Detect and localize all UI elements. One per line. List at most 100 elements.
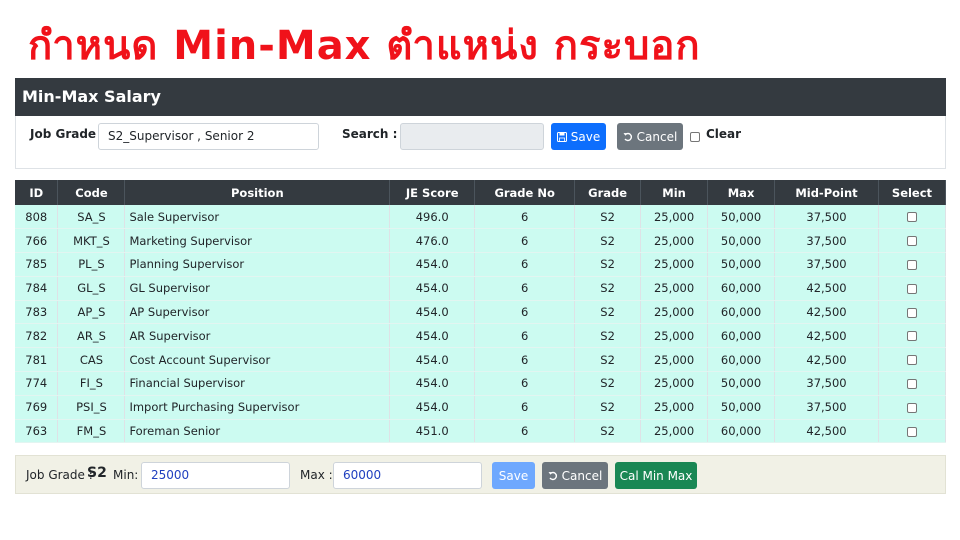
cal-min-max-label: Cal Min Max [619, 468, 693, 483]
cell-id: 808 [15, 205, 59, 230]
job-grade-label: Job Grade : [30, 127, 106, 141]
cell-position: Foreman Senior [124, 419, 391, 444]
search-label: Search : [342, 127, 398, 141]
panel-title: Min-Max Salary [15, 78, 946, 116]
cell-je-score: 496.0 [389, 205, 476, 230]
cell-grade: S2 [574, 371, 642, 396]
cell-position: Marketing Supervisor [124, 228, 391, 254]
cell-je-score: 454.0 [389, 300, 476, 325]
col-grade-header: Grade [574, 180, 642, 205]
cell-position: GL Supervisor [124, 276, 391, 301]
cell-min: 25,000 [640, 419, 709, 444]
cell-grade-no: 6 [474, 205, 576, 230]
footer-cancel-button[interactable]: Cancel [542, 462, 608, 489]
row-select-checkbox[interactable] [906, 283, 917, 294]
table-row: 774 FI_S Financial Supervisor 454.0 6 S2… [15, 371, 947, 396]
cell-id: 783 [15, 300, 59, 325]
cell-id: 784 [15, 276, 59, 301]
job-grade-select[interactable]: S2_Supervisor , Senior 2 [98, 123, 319, 150]
cell-position: Planning Supervisor [124, 252, 391, 277]
cell-max: 50,000 [707, 395, 776, 420]
table-row: 766 MKT_S Marketing Supervisor 476.0 6 S… [15, 228, 947, 254]
table-row: 808 SA_S Sale Supervisor 496.0 6 S2 25,0… [15, 205, 947, 230]
cell-id: 766 [15, 228, 59, 254]
table-row: 783 AP_S AP Supervisor 454.0 6 S2 25,000… [15, 300, 947, 325]
cell-grade: S2 [574, 347, 642, 373]
cell-je-score: 454.0 [389, 276, 476, 301]
cell-min: 25,000 [640, 371, 709, 396]
cell-je-score: 454.0 [389, 347, 476, 373]
min-label: Min: [113, 468, 139, 482]
cell-grade: S2 [574, 419, 642, 444]
row-select-checkbox[interactable] [906, 236, 917, 247]
cell-min: 25,000 [640, 205, 709, 230]
cell-grade: S2 [574, 395, 642, 420]
cell-min: 25,000 [640, 300, 709, 325]
floppy-disk-icon [556, 131, 567, 142]
row-select-checkbox[interactable] [906, 402, 917, 413]
cell-id: 769 [15, 395, 59, 420]
undo-icon [623, 132, 632, 141]
min-input[interactable]: 25000 [141, 462, 290, 489]
col-grade-no-header: Grade No [474, 180, 576, 205]
cell-mid-point: 37,500 [774, 228, 879, 254]
cell-max: 50,000 [707, 228, 776, 254]
cell-min: 25,000 [640, 252, 709, 277]
table-row: 763 FM_S Foreman Senior 451.0 6 S2 25,00… [15, 419, 947, 444]
cell-min: 25,000 [640, 276, 709, 301]
cell-select [878, 323, 947, 349]
cell-min: 25,000 [640, 228, 709, 254]
cell-mid-point: 42,500 [774, 347, 879, 373]
row-select-checkbox[interactable] [906, 426, 917, 437]
cell-grade: S2 [574, 323, 642, 349]
col-je-score-header: JE Score [389, 180, 476, 205]
cell-je-score: 476.0 [389, 228, 476, 254]
save-button[interactable]: Save [551, 123, 606, 150]
cell-id: 785 [15, 252, 59, 277]
search-input[interactable] [400, 123, 544, 150]
cell-code: SA_S [57, 205, 126, 230]
cell-grade-no: 6 [474, 228, 576, 254]
cell-code: FM_S [57, 419, 126, 444]
cell-min: 25,000 [640, 323, 709, 349]
cal-min-max-button[interactable]: Cal Min Max [615, 462, 697, 489]
col-select-header: Select [878, 180, 947, 205]
footer-job-grade-label: Job Grade : [26, 468, 93, 482]
footer-save-button[interactable]: Save [492, 462, 535, 489]
row-select-checkbox[interactable] [906, 331, 917, 342]
row-select-checkbox[interactable] [906, 307, 917, 318]
footer-cancel-label: Cancel [561, 468, 603, 483]
cell-grade-no: 6 [474, 300, 576, 325]
cell-id: 763 [15, 419, 59, 444]
cancel-button-label: Cancel [636, 129, 678, 144]
cell-mid-point: 42,500 [774, 300, 879, 325]
cell-mid-point: 42,500 [774, 276, 879, 301]
table-row: 784 GL_S GL Supervisor 454.0 6 S2 25,000… [15, 276, 947, 301]
clear-checkbox[interactable] [690, 132, 700, 142]
cell-position: AR Supervisor [124, 323, 391, 349]
cell-max: 50,000 [707, 371, 776, 396]
row-select-checkbox[interactable] [906, 212, 917, 223]
cell-grade-no: 6 [474, 323, 576, 349]
cell-id: 774 [15, 371, 59, 396]
cell-max: 60,000 [707, 300, 776, 325]
table-row: 785 PL_S Planning Supervisor 454.0 6 S2 … [15, 252, 947, 277]
cell-min: 25,000 [640, 395, 709, 420]
cell-grade-no: 6 [474, 276, 576, 301]
cell-grade: S2 [574, 276, 642, 301]
cancel-button[interactable]: Cancel [617, 123, 683, 150]
cell-grade-no: 6 [474, 371, 576, 396]
cell-select [878, 276, 947, 301]
undo-icon [548, 471, 557, 480]
row-select-checkbox[interactable] [906, 378, 917, 389]
cell-grade: S2 [574, 300, 642, 325]
row-select-checkbox[interactable] [906, 355, 917, 366]
cell-mid-point: 42,500 [774, 419, 879, 444]
cell-code: FI_S [57, 371, 126, 396]
max-input[interactable]: 60000 [333, 462, 482, 489]
col-position-header: Position [124, 180, 391, 205]
row-select-checkbox[interactable] [906, 259, 917, 270]
cell-select [878, 228, 947, 254]
cell-select [878, 419, 947, 444]
cell-code: AR_S [57, 323, 126, 349]
